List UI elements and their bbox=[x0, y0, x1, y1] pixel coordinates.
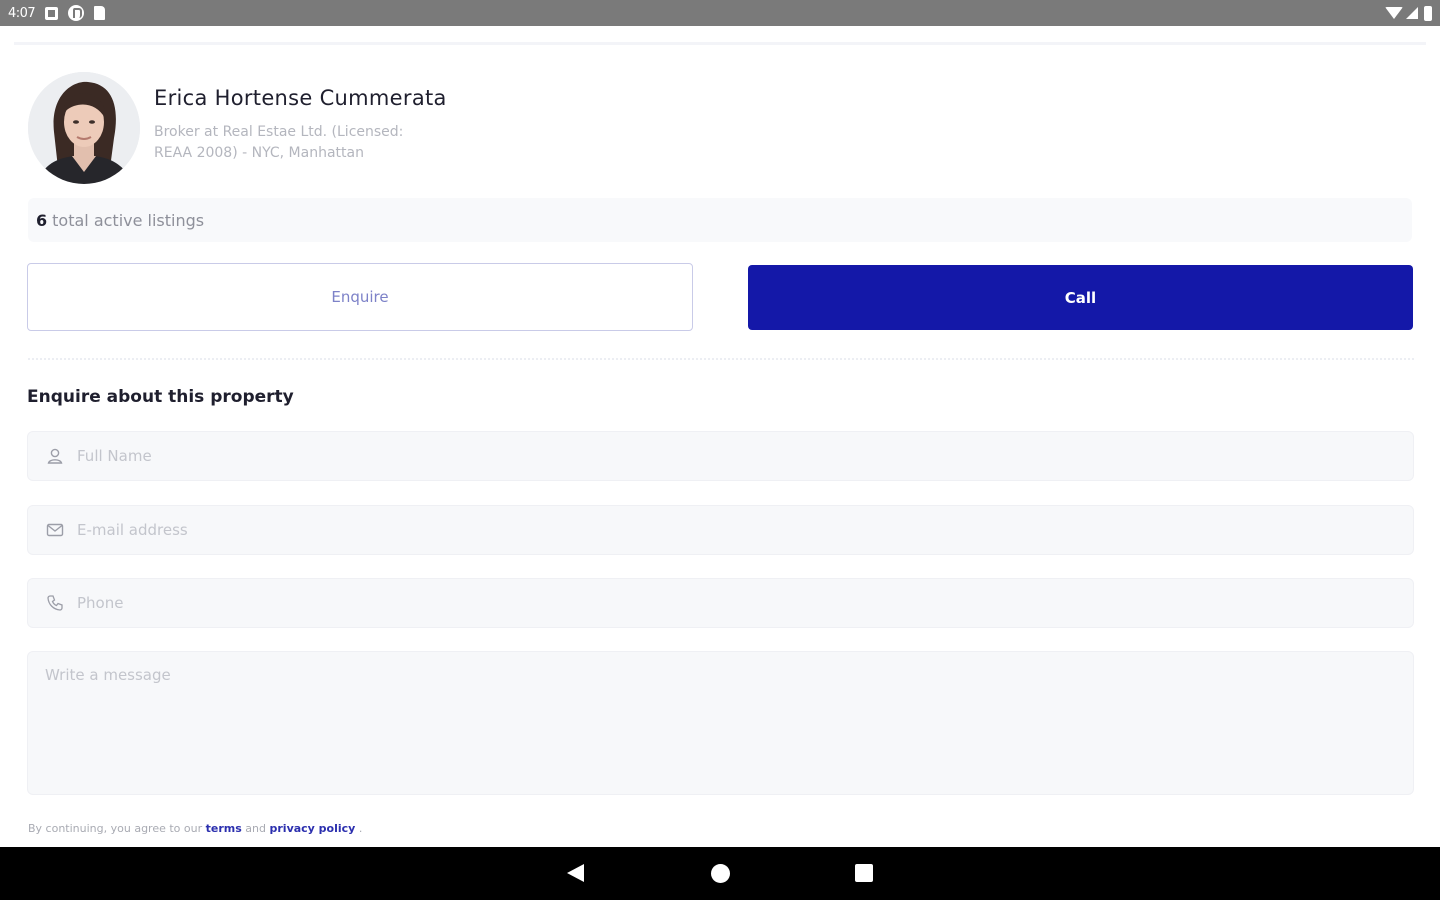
terms-suffix: . bbox=[358, 822, 363, 835]
enquiry-form-title: Enquire about this property bbox=[27, 387, 294, 407]
full-name-input[interactable] bbox=[77, 447, 1413, 465]
terms-and: and bbox=[245, 822, 266, 835]
back-icon[interactable] bbox=[567, 864, 584, 882]
agent-subtitle: Broker at Real Estae Ltd. (Licensed: REA… bbox=[154, 124, 404, 161]
navigation-bar bbox=[0, 847, 1440, 900]
mail-icon bbox=[46, 523, 64, 537]
notification-icon bbox=[45, 6, 59, 20]
pocket-casts-icon bbox=[68, 5, 85, 21]
wifi-icon bbox=[1385, 7, 1403, 19]
active-listings-bar[interactable]: 6 total active listings bbox=[28, 198, 1412, 242]
message-textarea[interactable] bbox=[28, 652, 1413, 794]
recent-apps-icon[interactable] bbox=[855, 864, 873, 882]
battery-icon bbox=[1424, 5, 1432, 21]
user-icon bbox=[47, 448, 63, 464]
sd-card-icon bbox=[94, 6, 106, 20]
signal-icon bbox=[1406, 7, 1418, 19]
full-name-field[interactable] bbox=[27, 431, 1414, 481]
agent-photo-icon bbox=[28, 72, 140, 184]
call-button[interactable]: Call bbox=[748, 265, 1413, 330]
privacy-policy-link[interactable]: privacy policy bbox=[270, 822, 356, 835]
message-field[interactable] bbox=[27, 651, 1414, 795]
top-divider bbox=[14, 42, 1426, 45]
agent-name: Erica Hortense Cummerata bbox=[154, 86, 447, 110]
agent-avatar bbox=[28, 72, 140, 184]
listings-count: 6 bbox=[36, 210, 48, 230]
section-divider bbox=[28, 358, 1414, 360]
phone-field[interactable] bbox=[27, 578, 1414, 628]
home-icon[interactable] bbox=[711, 864, 730, 883]
status-bar-left: 4:07 bbox=[8, 5, 106, 21]
terms-notice: By continuing, you agree to our terms an… bbox=[28, 822, 362, 835]
enquire-button[interactable]: Enquire bbox=[27, 263, 693, 331]
terms-prefix: By continuing, you agree to our bbox=[28, 822, 203, 835]
terms-link[interactable]: terms bbox=[206, 822, 242, 835]
email-input[interactable] bbox=[77, 521, 1413, 539]
phone-icon bbox=[47, 595, 63, 611]
listings-label: total active listings bbox=[52, 210, 205, 230]
email-field[interactable] bbox=[27, 505, 1414, 555]
status-bar: 4:07 bbox=[0, 0, 1440, 26]
status-bar-right bbox=[1385, 5, 1432, 21]
phone-input[interactable] bbox=[77, 594, 1413, 612]
status-time: 4:07 bbox=[8, 5, 36, 21]
